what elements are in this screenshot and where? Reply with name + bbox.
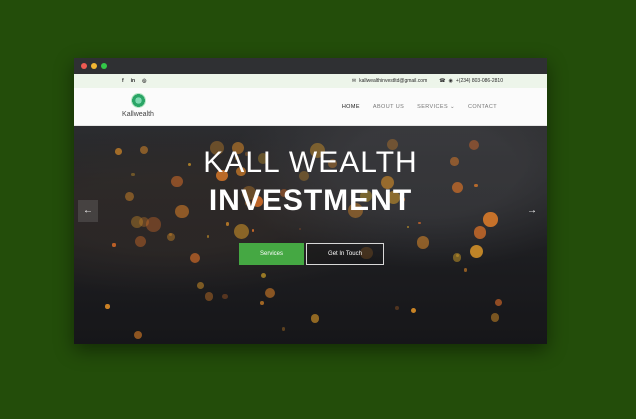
hero-slider: KALL WEALTH INVESTMENT Services Get In T… bbox=[74, 126, 547, 344]
nav-item-contact[interactable]: CONTACT bbox=[468, 104, 497, 110]
email-link[interactable]: kallwealthinvestltd@gmail.com bbox=[359, 78, 427, 84]
envelope-icon: ✉ bbox=[351, 78, 357, 84]
services-button[interactable]: Services bbox=[239, 243, 304, 265]
phone-icon: ☎ bbox=[439, 78, 446, 84]
close-dot-icon[interactable] bbox=[81, 63, 87, 69]
brand-name: Kallwealth bbox=[122, 111, 154, 118]
arrow-left-icon[interactable]: ← bbox=[78, 200, 98, 222]
window-titlebar bbox=[74, 58, 547, 74]
nav-item-about[interactable]: ABOUT US bbox=[373, 104, 404, 110]
whatsapp-icon: ◉ bbox=[448, 78, 453, 84]
brand-logo[interactable]: Kallwealth bbox=[120, 93, 156, 118]
facebook-icon[interactable]: f bbox=[122, 78, 124, 84]
contact-topbar: f in ◎ ✉ kallwealthinvestltd@gmail.com ☎… bbox=[74, 74, 547, 88]
instagram-icon[interactable]: ◎ bbox=[142, 78, 146, 84]
nav-item-home[interactable]: HOME bbox=[342, 104, 360, 110]
hero-title-line2: INVESTMENT bbox=[208, 184, 413, 217]
hero-title-line1: KALL WEALTH bbox=[203, 146, 418, 179]
linkedin-icon[interactable]: in bbox=[131, 78, 135, 84]
nav-menu: HOME ABOUT US SERVICES ⌄ CONTACT bbox=[342, 104, 497, 110]
maximize-dot-icon[interactable] bbox=[101, 63, 107, 69]
get-in-touch-button[interactable]: Get In Touch bbox=[306, 243, 384, 265]
minimize-dot-icon[interactable] bbox=[91, 63, 97, 69]
nav-item-services[interactable]: SERVICES ⌄ bbox=[417, 104, 455, 110]
social-links: f in ◎ bbox=[122, 78, 147, 84]
browser-window: f in ◎ ✉ kallwealthinvestltd@gmail.com ☎… bbox=[74, 58, 547, 344]
phone-link[interactable]: +(234) 803-086-2810 bbox=[456, 78, 503, 84]
main-navbar: Kallwealth HOME ABOUT US SERVICES ⌄ CONT… bbox=[74, 88, 547, 126]
contact-info: ✉ kallwealthinvestltd@gmail.com ☎ ◉ +(23… bbox=[352, 78, 503, 84]
chevron-down-icon: ⌄ bbox=[450, 104, 456, 110]
logo-globe-icon bbox=[130, 93, 146, 108]
arrow-right-icon[interactable]: → bbox=[527, 200, 537, 222]
